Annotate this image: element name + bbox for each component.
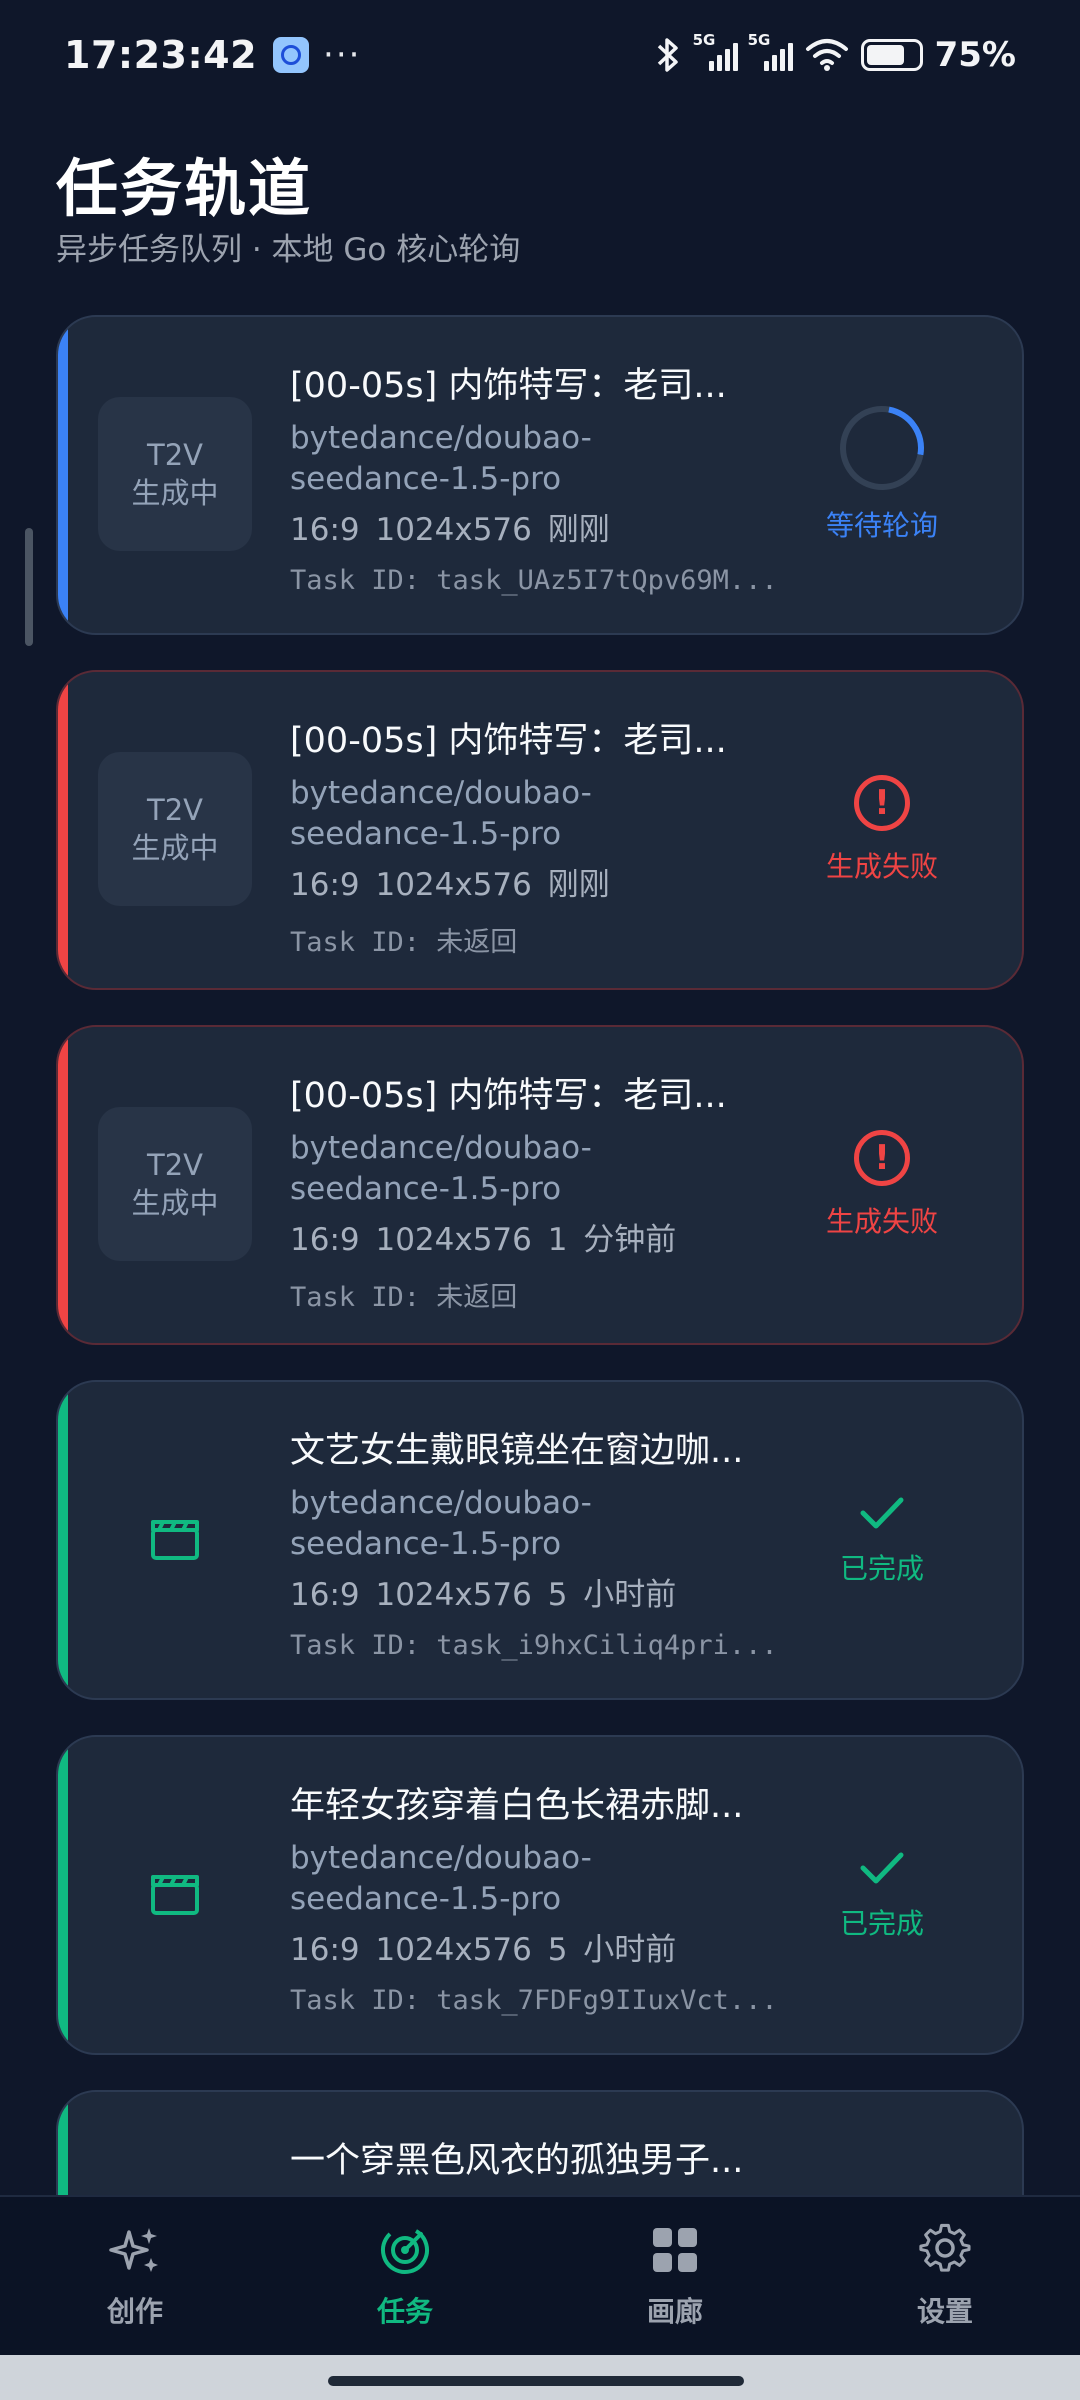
task-id: Task ID: task_7FDFg9IIuxVct... — [290, 1985, 778, 2016]
nav-label-create: 创作 — [106, 2295, 163, 2328]
grid-icon — [653, 2228, 697, 2272]
more-notifications-icon: ··· — [323, 35, 362, 75]
status-label: 已完成 — [839, 1907, 924, 1940]
task-model: bytedance/doubao- seedance-1.5-pro — [290, 1485, 592, 1562]
sparkles-icon — [109, 2228, 158, 2272]
task-thumbnail — [98, 1817, 252, 1971]
page-subtitle: 异步任务队列 · 本地 Go 核心轮询 — [56, 232, 521, 268]
status-accent-bar — [58, 1737, 68, 2053]
nav-item-settings[interactable]: 设置 — [810, 2197, 1080, 2355]
spinner-icon — [823, 389, 941, 507]
nav-label-tasks: 任务 — [376, 2295, 433, 2328]
status-label: 已完成 — [839, 1552, 924, 1585]
status-accent-bar — [58, 2092, 68, 2195]
task-id: Task ID: task_i9hxCiliq4pri... — [290, 1630, 778, 1661]
app-notification-icon — [273, 37, 310, 73]
task-thumbnail: T2V 生成中 — [98, 397, 252, 551]
home-indicator[interactable] — [328, 2376, 744, 2386]
status-time: 17:23:42 — [64, 33, 258, 77]
task-meta: 16:9 1024x576 刚刚 — [290, 512, 610, 548]
task-title: 文艺女生戴眼镜坐在窗边咖... — [290, 1431, 744, 1471]
page-title: 任务轨道 — [56, 152, 313, 225]
status-label: 生成失败 — [825, 1205, 938, 1238]
status-label: 等待轮询 — [825, 509, 938, 542]
alert-icon: ! — [854, 1130, 910, 1186]
alert-icon: ! — [854, 775, 910, 831]
task-meta: 16:9 1024x576 1 分钟前 — [290, 1222, 677, 1258]
task-card[interactable]: T2V 生成中 [00-05s] 内饰特写：老司... bytedance/do… — [56, 1025, 1024, 1345]
task-status: ! 生成失败 — [782, 1027, 982, 1343]
task-meta: 16:9 1024x576 刚刚 — [290, 867, 610, 903]
task-card[interactable]: 年轻女孩穿着白色长裙赤脚... bytedance/doubao- seedan… — [56, 1735, 1024, 2055]
task-title: [00-05s] 内饰特写：老司... — [290, 721, 727, 761]
battery-percent: 75% — [934, 35, 1016, 75]
wifi-icon — [805, 39, 848, 71]
task-model: bytedance/doubao- seedance-1.5-pro — [290, 1840, 592, 1917]
task-title: [00-05s] 内饰特写：老司... — [290, 1076, 727, 1116]
task-meta: 16:9 1024x576 5 小时前 — [290, 1577, 677, 1613]
status-accent-bar — [58, 317, 68, 633]
task-status: 等待轮询 — [782, 317, 982, 633]
checkmark-icon — [860, 1852, 904, 1884]
task-model: bytedance/doubao- seedance-1.5-pro — [290, 420, 592, 497]
task-id: Task ID: 未返回 — [290, 927, 518, 958]
task-card[interactable]: T2V 生成中 [00-05s] 内饰特写：老司... bytedance/do… — [56, 670, 1024, 990]
cellular-signal-icon: 5G — [693, 31, 738, 71]
task-title: 年轻女孩穿着白色长裙赤脚... — [290, 1786, 744, 1826]
task-status: ! 生成失败 — [782, 672, 982, 988]
task-meta: 16:9 1024x576 5 小时前 — [290, 1932, 677, 1968]
cellular-signal-icon-2: 5G — [748, 31, 793, 71]
bottom-nav: 创作 任务 画廊 设置 — [0, 2195, 1080, 2355]
task-list[interactable]: T2V 生成中 [00-05s] 内饰特写：老司... bytedance/do… — [56, 315, 1024, 2195]
status-accent-bar — [58, 1027, 68, 1343]
task-thumbnail — [98, 1462, 252, 1616]
status-label: 生成失败 — [825, 850, 938, 883]
task-thumbnail: T2V 生成中 — [98, 1107, 252, 1261]
task-status: 已完成 — [782, 1737, 982, 2053]
scroll-indicator[interactable] — [25, 528, 33, 646]
nav-label-settings: 设置 — [916, 2295, 973, 2328]
task-title: [00-05s] 内饰特写：老司... — [290, 366, 727, 406]
task-card[interactable]: 一个穿黑色风衣的孤独男子... — [56, 2090, 1024, 2195]
battery-icon — [860, 39, 923, 71]
checkmark-icon — [860, 1497, 904, 1529]
nav-item-gallery[interactable]: 画廊 — [540, 2197, 810, 2355]
task-title: 一个穿黑色风衣的孤独男子... — [290, 2141, 744, 2181]
task-model: bytedance/doubao- seedance-1.5-pro — [290, 775, 592, 852]
task-model: bytedance/doubao- seedance-1.5-pro — [290, 1130, 592, 1207]
task-status: 已完成 — [782, 1382, 982, 1698]
task-card[interactable]: T2V 生成中 [00-05s] 内饰特写：老司... bytedance/do… — [56, 315, 1024, 635]
task-id: Task ID: 未返回 — [290, 1282, 518, 1313]
clapperboard-icon — [151, 1875, 199, 1915]
task-card[interactable]: 文艺女生戴眼镜坐在窗边咖... bytedance/doubao- seedan… — [56, 1380, 1024, 1700]
nav-item-tasks[interactable]: 任务 — [270, 2197, 540, 2355]
task-id: Task ID: task_UAz5I7tQpv69M... — [290, 565, 778, 596]
nav-item-create[interactable]: 创作 — [0, 2197, 270, 2355]
nav-label-gallery: 画廊 — [646, 2295, 703, 2328]
status-accent-bar — [58, 1382, 68, 1698]
radar-icon — [381, 2226, 429, 2274]
status-bar: 17:23:42 ··· 5G 5G 75% — [0, 0, 1080, 110]
task-thumbnail: T2V 生成中 — [98, 752, 252, 906]
bluetooth-icon — [657, 38, 678, 72]
gear-icon — [919, 2223, 971, 2272]
status-accent-bar — [58, 672, 68, 988]
clapperboard-icon — [151, 1520, 199, 1560]
